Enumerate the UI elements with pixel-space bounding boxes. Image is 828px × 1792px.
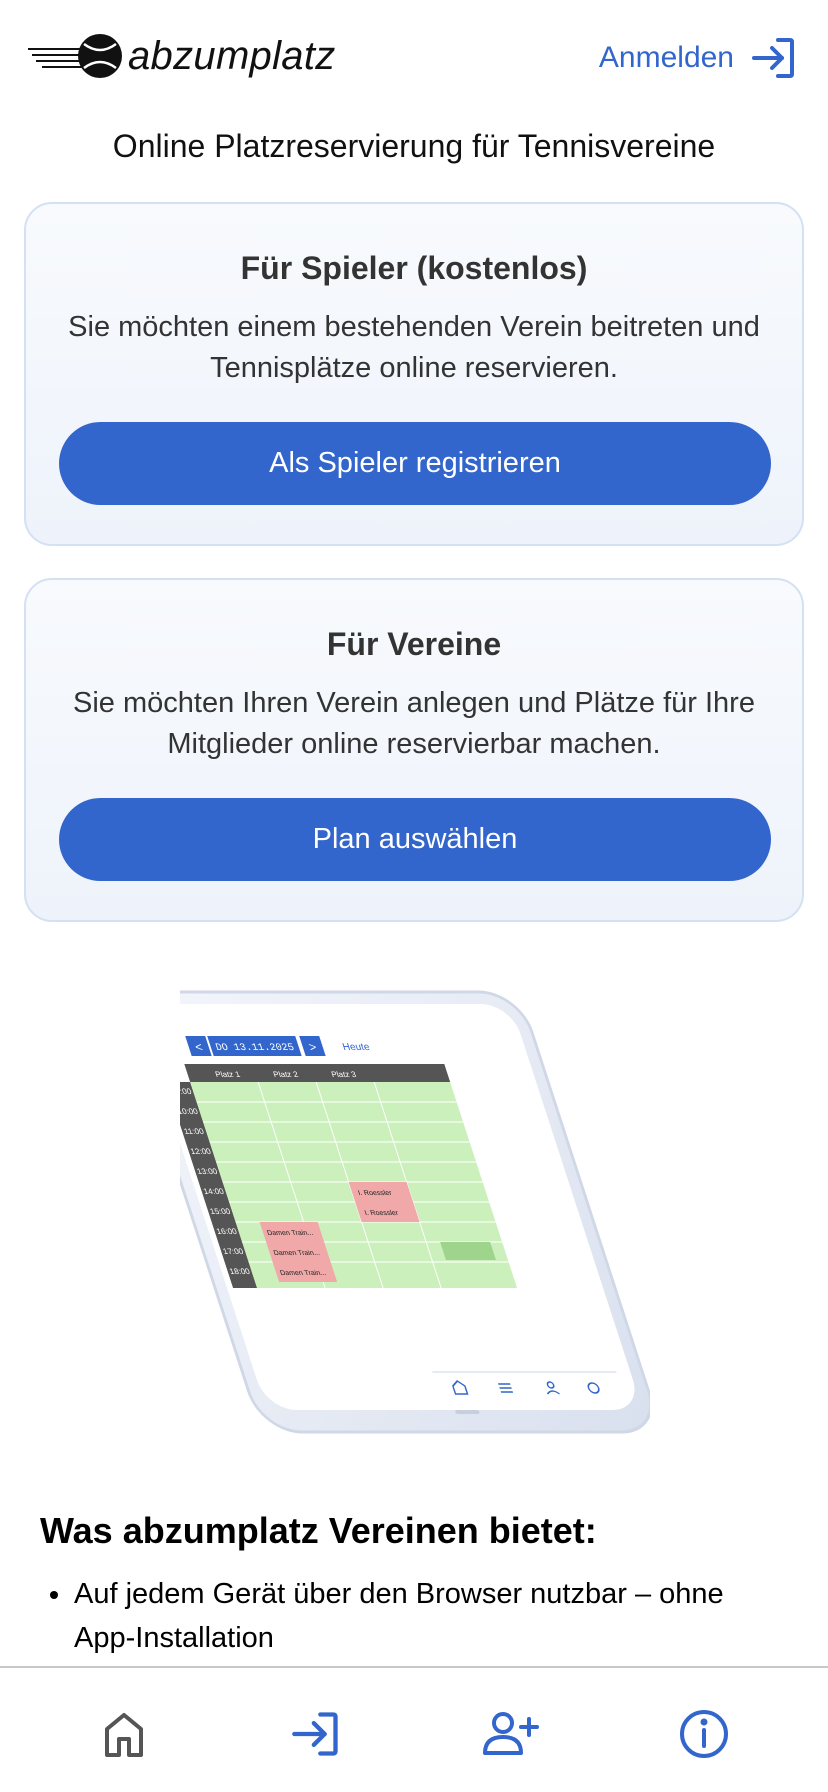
features-title: Was abzumplatz Vereinen bietet: xyxy=(40,1510,597,1551)
nav-register[interactable] xyxy=(478,1702,542,1766)
phone-today: Heute xyxy=(341,1042,371,1053)
login-label: Anmelden xyxy=(598,41,734,74)
login-icon xyxy=(292,1712,338,1756)
phone-court-2: Platz 2 xyxy=(272,1070,300,1079)
phone-booking-2: I. Roessler xyxy=(363,1209,400,1217)
phone-court-3: Platz 3 xyxy=(330,1070,358,1079)
logo[interactable]: abzumplatz xyxy=(26,30,336,82)
bottom-nav xyxy=(0,1666,828,1792)
phone-time-1000: 10:00 xyxy=(180,1107,200,1116)
phone-booking-4: Damen Train... xyxy=(272,1249,320,1257)
phone-time-1400: 14:00 xyxy=(202,1187,225,1196)
club-card-description: Sie möchten Ihren Verein anlegen und Plä… xyxy=(73,687,755,760)
club-card: Für Vereine Sie möchten Ihren Verein anl… xyxy=(24,578,804,922)
nav-login[interactable] xyxy=(284,1702,348,1766)
page-tagline: Online Platzreservierung für Tennisverei… xyxy=(112,128,716,164)
phone-time-1800: 18:00 xyxy=(228,1267,251,1276)
phone-booking-1: I. Roessler xyxy=(357,1189,394,1197)
phone-time-1200: 12:00 xyxy=(189,1147,212,1156)
add-user-icon xyxy=(483,1712,539,1755)
phone-date: DO 13.11.2025 xyxy=(214,1042,296,1054)
logo-text: abzumplatz xyxy=(128,33,336,78)
club-card-title: Für Vereine xyxy=(326,626,502,662)
login-icon xyxy=(750,34,798,82)
phone-time-1700: 17:00 xyxy=(222,1247,245,1256)
phone-time-1100: 11:00 xyxy=(183,1127,206,1136)
phone-booking-3: Damen Train... xyxy=(266,1229,314,1237)
nav-info[interactable] xyxy=(672,1702,736,1766)
info-icon xyxy=(680,1710,728,1758)
player-card: Für Spieler (kostenlos) Sie möchten eine… xyxy=(24,202,804,546)
phone-time-1600: 16:00 xyxy=(215,1227,238,1236)
phone-court-1: Platz 1 xyxy=(214,1070,242,1079)
player-card-title: Für Spieler (kostenlos) xyxy=(240,250,588,286)
phone-time-1500: 15:00 xyxy=(209,1207,232,1216)
phone-illustration: < DO 13.11.2025 > Heute Platz 1 Platz 2 … xyxy=(128,980,653,1450)
nav-home[interactable] xyxy=(92,1702,156,1766)
header: abzumplatz Anmelden xyxy=(0,0,828,112)
login-link[interactable]: Anmelden xyxy=(599,34,798,82)
features-list-item: Auf jedem Gerät über den Browser nutzbar… xyxy=(40,1572,780,1660)
player-card-description: Sie möchten einem bestehenden Verein bei… xyxy=(68,311,760,384)
choose-plan-button[interactable]: Plan auswählen xyxy=(59,798,771,881)
phone-mockup: < DO 13.11.2025 > Heute Platz 1 Platz 2 … xyxy=(128,990,653,1434)
features-list: Auf jedem Gerät über den Browser nutzbar… xyxy=(40,1572,780,1660)
home-icon xyxy=(105,1713,143,1757)
phone-booking-5: Damen Train... xyxy=(279,1269,327,1277)
tennis-ball-logo-icon xyxy=(28,34,122,78)
phone-time-1300: 13:00 xyxy=(196,1167,219,1176)
register-player-button[interactable]: Als Spieler registrieren xyxy=(59,422,771,505)
